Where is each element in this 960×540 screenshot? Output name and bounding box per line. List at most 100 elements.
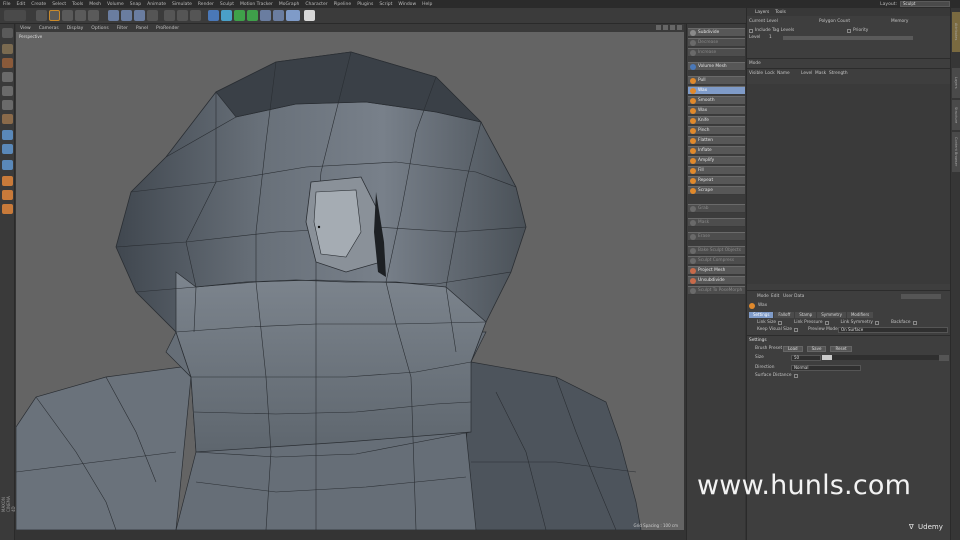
texture-mode-icon[interactable] xyxy=(2,58,13,68)
brush-fill[interactable]: Fill xyxy=(688,166,745,175)
level-value[interactable]: 1 xyxy=(769,35,781,40)
render-view-icon[interactable] xyxy=(177,10,188,21)
menu-pipeline[interactable]: Pipeline xyxy=(331,2,355,7)
menu-file[interactable]: File xyxy=(0,2,14,7)
attr-menu-user-data[interactable]: User Data xyxy=(783,294,804,299)
mode-label[interactable]: Mode xyxy=(749,61,761,66)
menu-plugins[interactable]: Plugins xyxy=(354,2,376,7)
attr-menu-edit[interactable]: Edit xyxy=(771,294,783,299)
include-tag-levels-checkbox[interactable] xyxy=(749,28,753,33)
viewport-menu-panel[interactable]: Panel xyxy=(132,26,152,31)
size-field[interactable]: 50 xyxy=(791,354,821,361)
grab-button[interactable]: Grab xyxy=(688,204,745,213)
x-axis-lock-icon[interactable] xyxy=(108,10,119,21)
keep-visual-size-checkbox[interactable] xyxy=(794,327,798,332)
brush-wax-active[interactable]: Wax xyxy=(688,86,745,95)
link-symmetry-checkbox[interactable] xyxy=(874,320,879,325)
menu-simulate[interactable]: Simulate xyxy=(169,2,195,7)
tab-falloff[interactable]: Falloff xyxy=(774,311,795,318)
tab-tools[interactable]: Tools xyxy=(775,10,786,15)
viewport-menu-options[interactable]: Options xyxy=(87,26,112,31)
menu-character[interactable]: Character xyxy=(302,2,330,7)
tab-stamp[interactable]: Stamp xyxy=(795,311,817,318)
brush-knife[interactable]: Knife xyxy=(688,116,745,125)
tab-symmetry[interactable]: Symmetry xyxy=(817,311,846,318)
decrease-button[interactable]: Decrease xyxy=(688,38,745,47)
select-tool-icon[interactable] xyxy=(36,10,47,21)
move-tool-icon[interactable] xyxy=(49,10,60,21)
z-axis-lock-icon[interactable] xyxy=(134,10,145,21)
deformer-icon[interactable] xyxy=(247,10,258,21)
sculpt-mesh[interactable] xyxy=(16,32,684,530)
layers-list[interactable] xyxy=(747,84,951,284)
menu-volume[interactable]: Volume xyxy=(104,2,127,7)
side-tab-attributes[interactable]: Attributes xyxy=(952,12,960,52)
tab-settings[interactable]: Settings xyxy=(749,311,774,318)
viewport[interactable]: Perspective Grid Spacing : 100 cm xyxy=(16,32,684,530)
side-tab-layers[interactable]: Layers xyxy=(952,68,960,98)
increase-button[interactable]: Increase xyxy=(688,48,745,57)
viewport-menu-display[interactable]: Display xyxy=(63,26,88,31)
reset-button[interactable]: Reset xyxy=(830,345,852,352)
menu-script[interactable]: Script xyxy=(376,2,395,7)
menu-render[interactable]: Render xyxy=(195,2,217,7)
rotate-view-icon[interactable] xyxy=(670,25,675,30)
brush-pull[interactable]: Pull xyxy=(688,76,745,85)
brush-pinch[interactable]: Pinch xyxy=(688,126,745,135)
zoom-view-icon[interactable] xyxy=(663,25,668,30)
move-view-icon[interactable] xyxy=(656,25,661,30)
toggle-view-icon[interactable] xyxy=(677,25,682,30)
save-button[interactable]: Save xyxy=(806,345,827,352)
layout-dropdown[interactable]: Sculpt xyxy=(900,1,950,7)
render-region-icon[interactable] xyxy=(164,10,175,21)
camera-icon[interactable] xyxy=(273,10,284,21)
link-pressure-checkbox[interactable] xyxy=(824,320,829,325)
bake-sculpt-objects-button[interactable]: Bake Sculpt Objects xyxy=(688,246,745,255)
menu-motion-tracker[interactable]: Motion Tracker xyxy=(237,2,276,7)
viewport-menu-filter[interactable]: Filter xyxy=(113,26,132,31)
size-pressure-icon[interactable] xyxy=(939,354,949,361)
subdivide-button[interactable]: Subdivide xyxy=(688,28,745,37)
uv-mode-icon[interactable] xyxy=(2,130,13,140)
attr-nav-buttons[interactable] xyxy=(901,294,941,299)
brush-repeat[interactable]: Repeat xyxy=(688,176,745,185)
brush-flatten[interactable]: Flatten xyxy=(688,136,745,145)
viewport-menu-prorender[interactable]: ProRender xyxy=(152,26,183,31)
generator-icon[interactable] xyxy=(234,10,245,21)
level-slider[interactable] xyxy=(783,36,913,40)
menu-mesh[interactable]: Mesh xyxy=(86,2,104,7)
mask-button[interactable]: Mask xyxy=(688,218,745,227)
direction-dropdown[interactable]: Normal xyxy=(791,364,861,371)
scene-icon[interactable] xyxy=(260,10,271,21)
menu-sculpt[interactable]: Sculpt xyxy=(217,2,237,7)
cube-object-icon[interactable] xyxy=(208,10,219,21)
rotate-tool-icon[interactable] xyxy=(75,10,86,21)
side-tab-structure[interactable]: Structure xyxy=(952,100,960,130)
light-icon[interactable] xyxy=(286,10,300,21)
project-mesh-button[interactable]: Project Mesh xyxy=(688,266,745,275)
scale-tool-icon[interactable] xyxy=(62,10,73,21)
planar-workplane-icon[interactable] xyxy=(2,204,13,214)
brush-amplify[interactable]: Amplify xyxy=(688,156,745,165)
preview-mode-dropdown[interactable]: On Surface xyxy=(838,326,948,333)
coordinate-system-icon[interactable] xyxy=(147,10,158,21)
brush-smooth[interactable]: Smooth xyxy=(688,96,745,105)
sculpt-to-posemorph-button[interactable]: Sculpt To PoseMorph xyxy=(688,286,745,295)
menu-help[interactable]: Help xyxy=(419,2,435,7)
brush-wax[interactable]: Wax xyxy=(688,106,745,115)
axis-mode-icon[interactable] xyxy=(2,144,13,154)
menu-window[interactable]: Window xyxy=(395,2,419,7)
workplane-icon[interactable] xyxy=(2,72,13,82)
menu-snap[interactable]: Snap xyxy=(127,2,144,7)
tab-modifiers[interactable]: Modifiers xyxy=(846,311,874,318)
menu-select[interactable]: Select xyxy=(49,2,69,7)
recent-tools-icon[interactable] xyxy=(88,10,99,21)
tab-layers[interactable]: Layers xyxy=(755,10,769,15)
model-mode-icon[interactable] xyxy=(2,44,13,54)
viewport-menu-cameras[interactable]: Cameras xyxy=(35,26,63,31)
link-size-checkbox[interactable] xyxy=(778,320,782,325)
sculpt-compress-button[interactable]: Sculpt Compress xyxy=(688,256,745,265)
menu-create[interactable]: Create xyxy=(28,2,49,7)
render-settings-icon[interactable] xyxy=(190,10,201,21)
locked-workplane-icon[interactable] xyxy=(2,190,13,200)
